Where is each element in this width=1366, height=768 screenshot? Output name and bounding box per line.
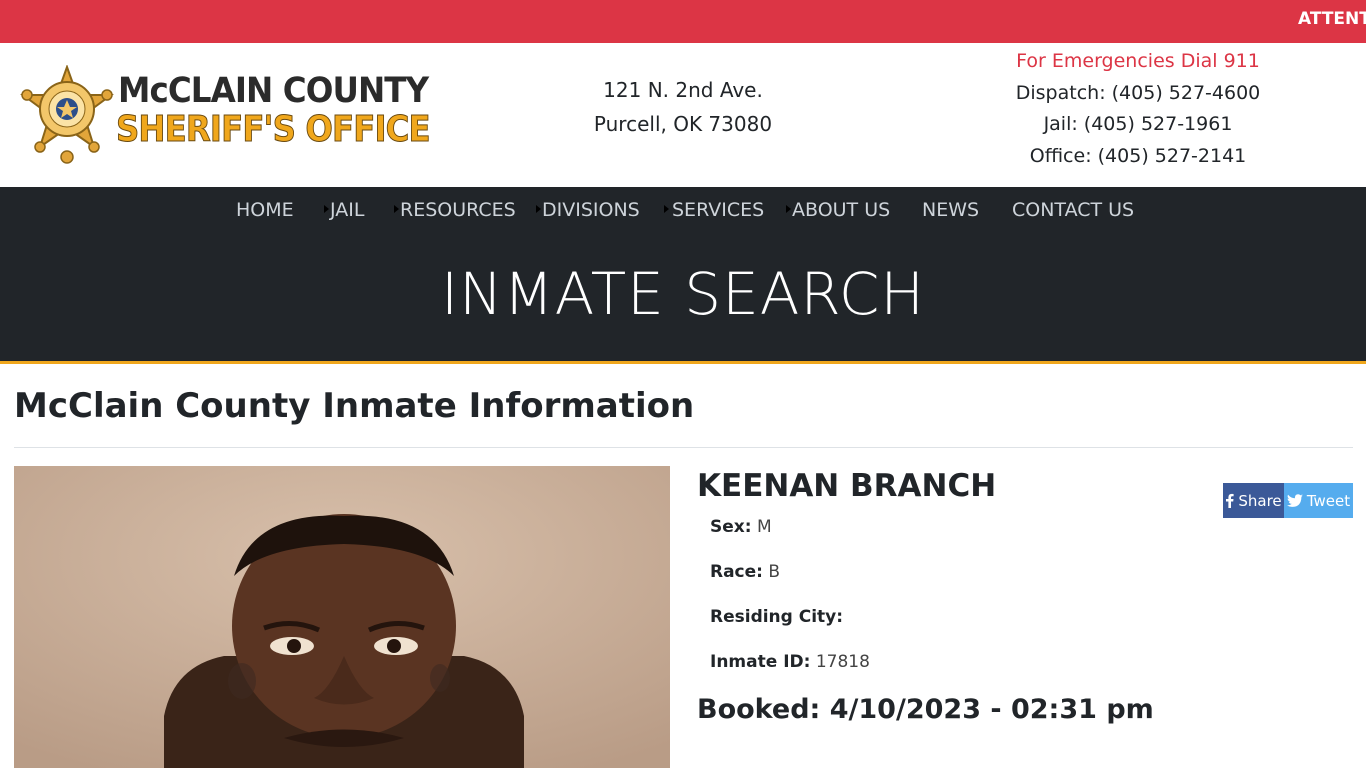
inmate-photo: [14, 466, 670, 768]
inmate-name: KEENAN BRANCH: [697, 468, 997, 504]
city-label: Residing City:: [710, 607, 844, 627]
emergency-line: For Emergencies Dial 911: [1016, 50, 1260, 72]
race-value: B: [768, 562, 781, 582]
facebook-share-button[interactable]: Share: [1223, 483, 1284, 518]
twitter-icon: [1286, 494, 1303, 507]
nav-item-jail[interactable]: JAIL: [330, 199, 364, 221]
logo-title: McCLAIN COUNTY: [118, 71, 429, 111]
caret-right-icon: [536, 205, 541, 213]
site-logo[interactable]: McCLAIN COUNTY SHERIFF'S OFFICE: [18, 65, 438, 167]
hero-accent-border: [0, 361, 1366, 364]
address-line-2: Purcell, OK 73080: [593, 112, 773, 136]
office-address: 121 N. 2nd Ave. Purcell, OK 73080: [560, 73, 806, 141]
nav-item-resources[interactable]: RESOURCES: [400, 199, 516, 221]
inmate-residing-city: Residing City:: [710, 607, 843, 627]
sex-label: Sex:: [710, 517, 752, 537]
caret-right-icon: [786, 205, 791, 213]
logo-subtitle: SHERIFF'S OFFICE: [116, 109, 432, 151]
address-line-1: 121 N. 2nd Ave.: [603, 78, 763, 102]
id-value: 17818: [815, 652, 870, 672]
page-title: McClain County Inmate Information: [14, 386, 695, 426]
contact-info: For Emergencies Dial 911 Dispatch: (405)…: [990, 46, 1286, 172]
nav-item-services[interactable]: SERVICES: [672, 199, 764, 221]
office-phone[interactable]: Office: (405) 527-2141: [990, 141, 1286, 173]
tweet-label: Tweet: [1306, 491, 1351, 510]
sheriff-badge-icon: [19, 65, 115, 164]
id-label: Inmate ID:: [710, 652, 811, 672]
caret-right-icon: [664, 205, 669, 213]
nav-item-divisions[interactable]: DIVISIONS: [542, 199, 640, 221]
alert-bar: ATTENTION: [0, 0, 1366, 43]
nav-item-home[interactable]: HOME: [236, 199, 294, 221]
alert-text[interactable]: ATTENTION: [1298, 9, 1366, 29]
nav-item-contact-us[interactable]: CONTACT US: [1012, 199, 1134, 221]
share-label: Share: [1238, 491, 1282, 510]
caret-right-icon: [394, 205, 399, 213]
inmate-race: Race: B: [710, 562, 780, 582]
inmate-id: Inmate ID: 17818: [710, 652, 870, 672]
facebook-icon: [1226, 493, 1234, 508]
jail-phone[interactable]: Jail: (405) 527-1961: [990, 109, 1286, 141]
caret-right-icon: [324, 205, 329, 213]
main-nav: HOME JAIL RESOURCES DIVISIONS SERVICES A…: [0, 187, 1366, 234]
page-hero: INMATE SEARCH: [0, 234, 1366, 361]
dispatch-phone[interactable]: Dispatch: (405) 527-4600: [990, 78, 1286, 110]
nav-item-news[interactable]: NEWS: [922, 199, 979, 221]
nav-item-about-us[interactable]: ABOUT US: [792, 199, 890, 221]
twitter-tweet-button[interactable]: Tweet: [1284, 483, 1353, 518]
booked-date: Booked: 4/10/2023 - 02:31 pm: [697, 694, 1154, 725]
race-label: Race:: [710, 562, 763, 582]
sex-value: M: [756, 517, 772, 537]
inmate-sex: Sex: M: [710, 517, 772, 537]
title-divider: [14, 447, 1353, 448]
hero-title: INMATE SEARCH: [441, 260, 925, 328]
site-header: McCLAIN COUNTY SHERIFF'S OFFICE 121 N. 2…: [0, 43, 1366, 187]
mugshot-image: [14, 466, 670, 768]
